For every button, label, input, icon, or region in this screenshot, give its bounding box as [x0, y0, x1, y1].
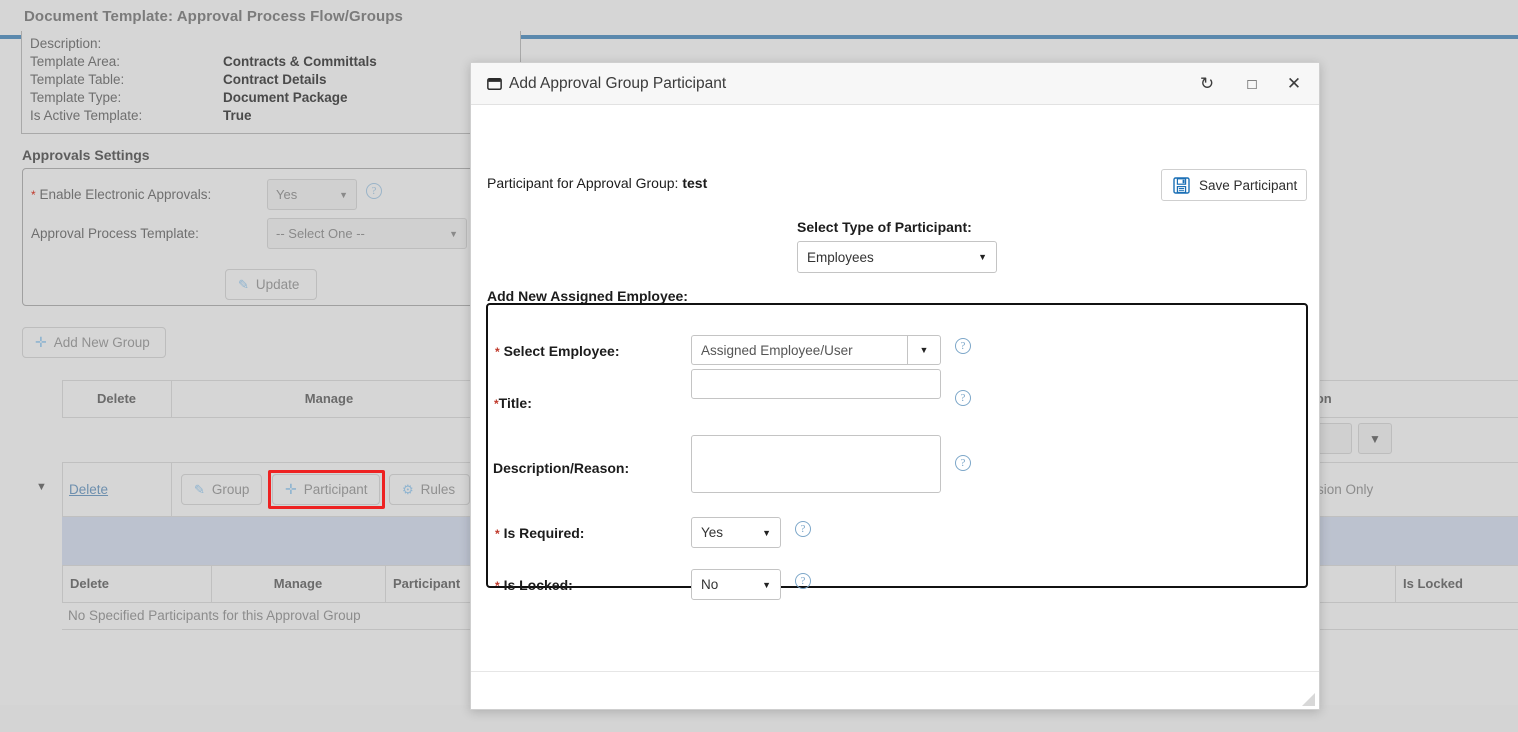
chevron-down-icon: ▼: [339, 189, 348, 200]
window-icon: [487, 78, 502, 90]
info-value-template-area: Contracts & Committals: [223, 54, 377, 69]
close-icon[interactable]: ✕: [1282, 73, 1306, 95]
select-employee-help-icon[interactable]: ?: [955, 338, 971, 354]
is-required-label: * Is Required:: [495, 525, 585, 541]
info-value-template-table: Contract Details: [223, 72, 327, 87]
refresh-icon[interactable]: ↻: [1195, 73, 1219, 95]
pencil-icon: ✎: [238, 276, 249, 292]
participant-button-highlight: [268, 470, 385, 509]
enable-approvals-label: * Enable Electronic Approvals:: [31, 187, 212, 202]
app-root: Document Template: Approval Process Flow…: [0, 0, 1518, 732]
table-divider: [385, 565, 386, 602]
is-locked-help-icon[interactable]: ?: [795, 573, 811, 589]
approvals-settings-heading: Approvals Settings: [22, 147, 150, 163]
info-value-is-active: True: [223, 108, 252, 123]
title-input[interactable]: [691, 369, 941, 399]
save-participant-button[interactable]: Save Participant: [1161, 169, 1307, 201]
is-locked-dropdown[interactable]: No ▼: [691, 569, 781, 600]
gear-icon: ⚙: [402, 481, 414, 497]
dialog-footer: [471, 671, 1319, 709]
maximize-icon[interactable]: □: [1240, 73, 1264, 95]
enable-approvals-help-icon[interactable]: ?: [366, 183, 382, 199]
select-employee-label: * Select Employee:: [495, 343, 620, 359]
description-reason-help-icon[interactable]: ?: [955, 455, 971, 471]
required-star: *: [31, 188, 36, 202]
info-value-template-type: Document Package: [223, 90, 348, 105]
chevron-down-icon: ▼: [449, 228, 458, 239]
participants-column-header-delete: Delete: [70, 576, 110, 591]
template-info-panel: Description: Template Area: Template Tab…: [21, 31, 521, 134]
floppy-save-icon: [1173, 176, 1190, 194]
approval-group-name: test: [682, 175, 708, 191]
pencil-icon: ✎: [194, 481, 205, 497]
required-star: *: [495, 345, 500, 359]
table-divider: [171, 462, 172, 516]
resize-grip-icon[interactable]: [1302, 693, 1315, 706]
enable-approvals-select[interactable]: Yes ▼: [267, 179, 357, 210]
plus-cross-icon: ✛: [35, 334, 47, 350]
update-button[interactable]: ✎ Update: [225, 269, 317, 300]
filter-icon: ▼: [1369, 431, 1381, 446]
table-divider: [62, 565, 63, 602]
title-help-icon[interactable]: ?: [955, 390, 971, 406]
chevron-down-icon: ▼: [762, 527, 771, 538]
column-header-manage: Manage: [304, 391, 354, 406]
row-delete-link[interactable]: Delete: [69, 482, 108, 497]
participants-column-header-manage: Manage: [273, 576, 323, 591]
dialog-title: Add Approval Group Participant: [509, 75, 727, 92]
version-filter-button[interactable]: ▼: [1358, 423, 1392, 454]
participants-column-header-is-locked: Is Locked: [1403, 576, 1463, 591]
participants-empty-message: No Specified Participants for this Appro…: [68, 608, 361, 623]
column-header-delete: Delete: [96, 391, 137, 406]
select-employee-dropdown-button[interactable]: ▼: [907, 335, 941, 365]
add-new-assigned-employee-heading: Add New Assigned Employee:: [487, 288, 688, 304]
row-expand-toggle[interactable]: ▼: [36, 481, 47, 493]
description-reason-textarea[interactable]: [691, 435, 941, 493]
approval-process-template-label: Approval Process Template:: [31, 226, 199, 241]
info-label-template-area: Template Area:: [30, 54, 121, 69]
select-employee-input[interactable]: Assigned Employee/User: [691, 335, 907, 365]
info-label-template-type: Template Type:: [30, 90, 122, 105]
chevron-down-icon: ▼: [762, 579, 771, 590]
page-title-bar: Document Template: Approval Process Flow…: [0, 0, 1518, 35]
is-locked-label: * Is Locked:: [495, 577, 573, 593]
participant-for-group-label: Participant for Approval Group: test: [487, 175, 708, 191]
title-label: *Title:: [494, 395, 532, 411]
add-new-group-button[interactable]: ✛ Add New Group: [22, 327, 166, 358]
info-label-description: Description:: [30, 36, 102, 51]
chevron-down-icon: ▼: [978, 252, 987, 262]
select-type-of-participant-dropdown[interactable]: Employees ▼: [797, 241, 997, 273]
table-divider: [1395, 565, 1396, 602]
add-approval-group-participant-dialog: Add Approval Group Participant ↻ □ ✕ Par…: [470, 62, 1320, 710]
required-star: *: [495, 579, 500, 593]
select-type-of-participant-label: Select Type of Participant:: [797, 219, 972, 235]
page-title: Document Template: Approval Process Flow…: [24, 8, 403, 25]
approval-process-template-select[interactable]: -- Select One -- ▼: [267, 218, 467, 249]
description-reason-label: Description/Reason:: [493, 460, 630, 476]
select-employee-combo[interactable]: Assigned Employee/User ▼: [691, 335, 941, 365]
is-required-dropdown[interactable]: Yes ▼: [691, 517, 781, 548]
dialog-body: Participant for Approval Group: test Sav…: [471, 105, 1319, 691]
dialog-title-bar[interactable]: Add Approval Group Participant ↻ □ ✕: [471, 63, 1319, 105]
info-label-is-active: Is Active Template:: [30, 108, 143, 123]
manage-group-button[interactable]: ✎ Group: [181, 474, 262, 505]
manage-rules-button[interactable]: ⚙ Rules: [389, 474, 470, 505]
info-label-template-table: Template Table:: [30, 72, 125, 87]
table-divider: [62, 462, 63, 516]
required-star: *: [495, 527, 500, 541]
is-required-help-icon[interactable]: ?: [795, 521, 811, 537]
